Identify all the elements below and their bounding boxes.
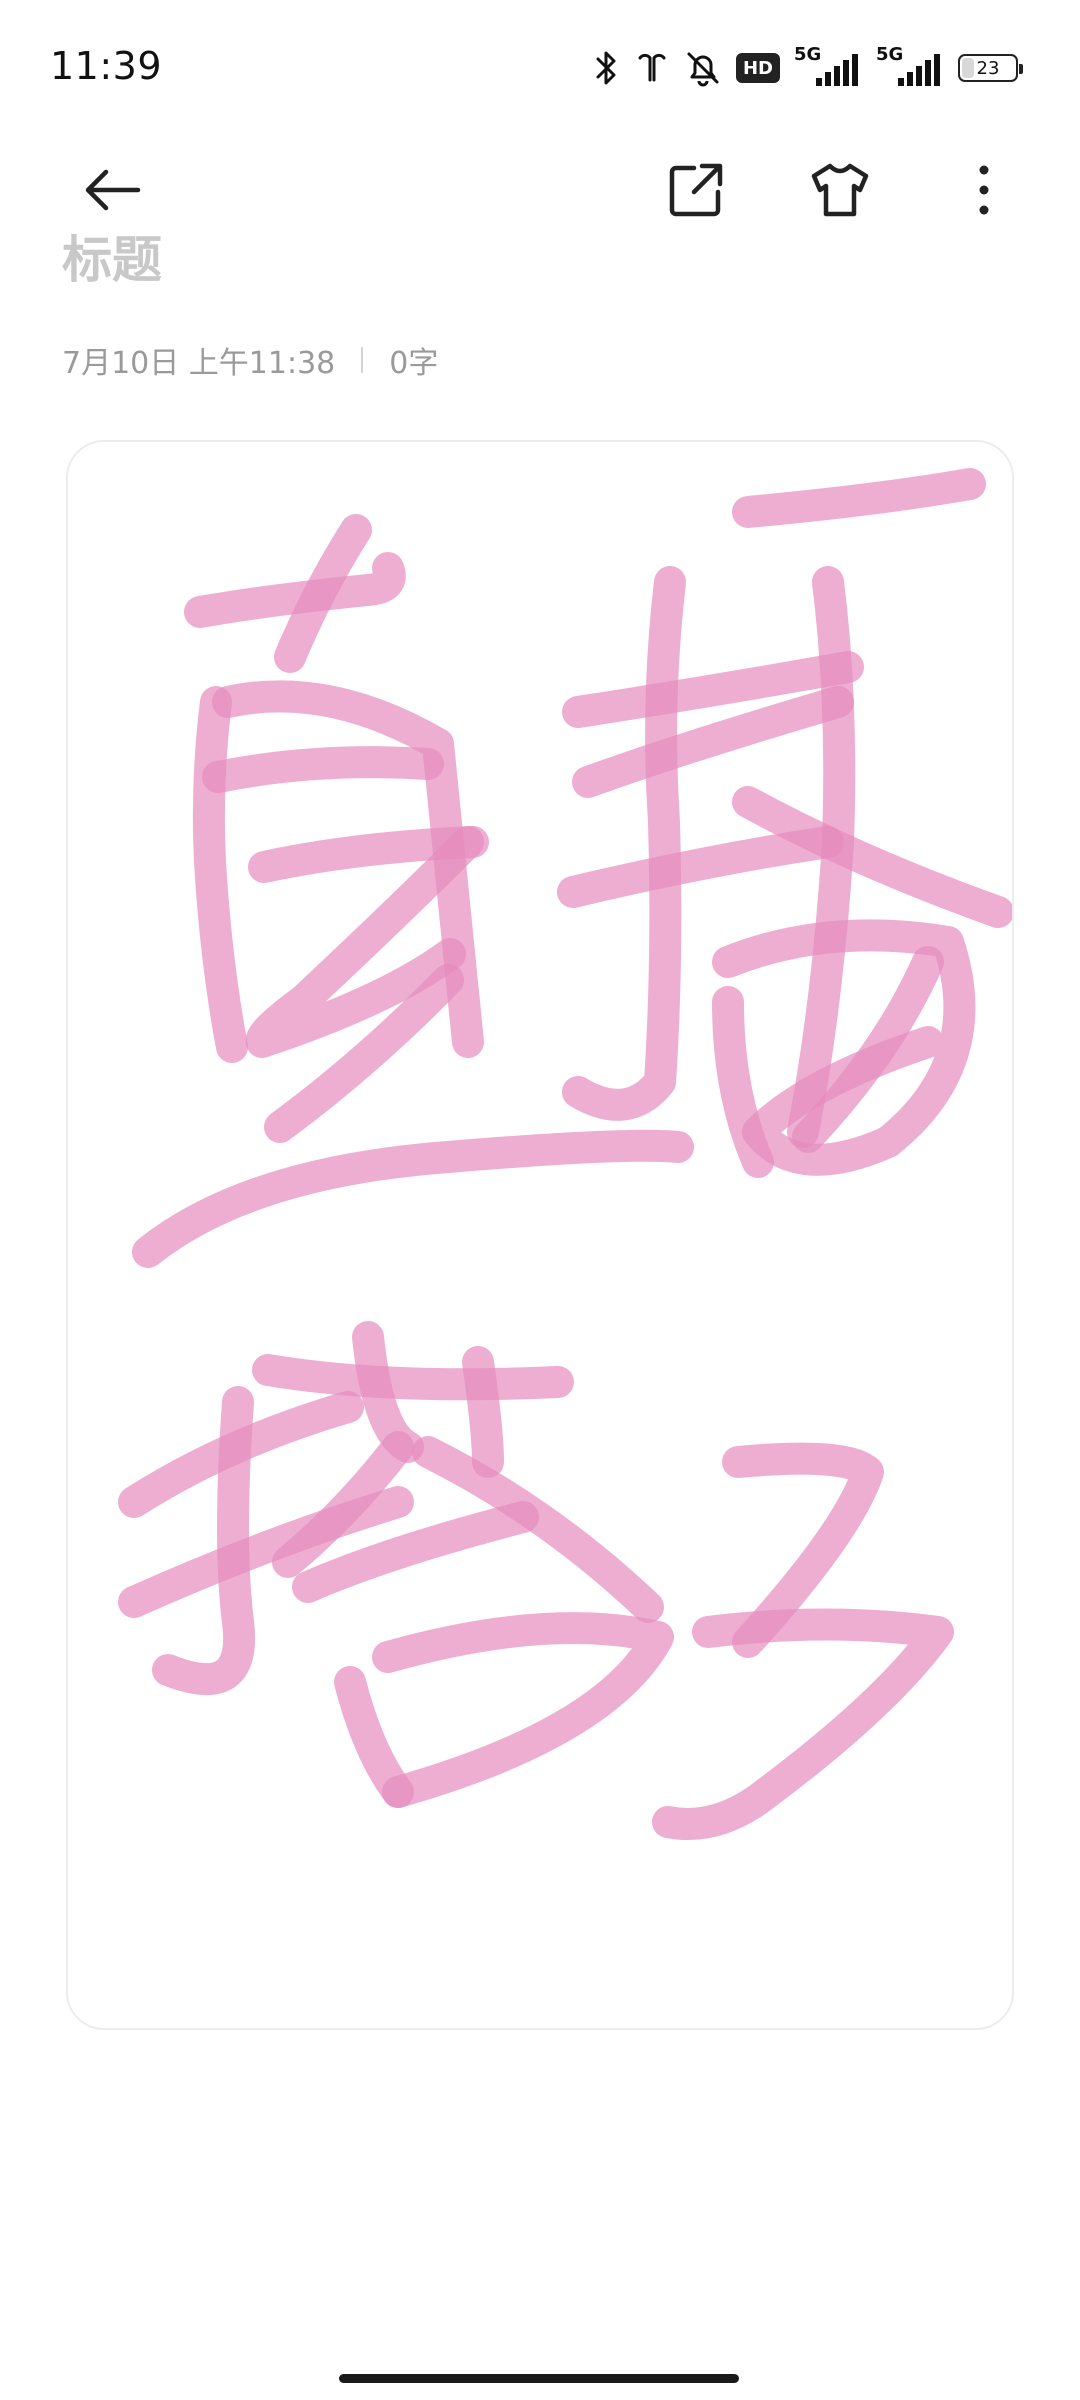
bluetooth-icon — [596, 51, 616, 85]
shirt-icon — [811, 163, 869, 217]
status-bar: 11:39 HD 5G 5G 23 — [0, 0, 1080, 130]
sim1-signal: 5G — [794, 44, 862, 88]
back-arrow-icon — [85, 169, 141, 211]
meta-divider — [361, 347, 364, 373]
share-icon — [669, 163, 723, 217]
share-button[interactable] — [658, 152, 734, 228]
note-char-count: 0字 — [389, 346, 439, 381]
signal-icon — [898, 54, 940, 86]
status-time: 11:39 — [50, 44, 163, 88]
ink-strokes — [118, 468, 1012, 1840]
back-button[interactable] — [74, 152, 150, 228]
mute-icon — [687, 52, 719, 87]
handwriting-drawing — [118, 468, 1012, 1840]
hd-voice-icon: HD — [736, 53, 780, 83]
battery-fill — [962, 58, 974, 78]
drawing-card[interactable] — [66, 440, 1014, 2030]
note-title[interactable]: 标题 — [62, 232, 162, 288]
battery-level: 23 — [976, 57, 1000, 79]
theme-button[interactable] — [802, 152, 878, 228]
more-button[interactable] — [946, 152, 1022, 228]
sim2-signal: 5G — [876, 44, 944, 88]
status-icons: HD 5G 5G 23 — [594, 44, 1023, 88]
note-date: 7月10日 上午11:38 — [62, 346, 336, 381]
battery-icon: 23 — [958, 54, 1023, 82]
toolbar — [0, 130, 1080, 250]
note-editor-screen: 11:39 HD 5G 5G 23 标题 7月10日 上午11:38 0字 — [0, 0, 1080, 2400]
note-meta: 7月10日 上午11:38 0字 — [62, 338, 438, 382]
home-indicator[interactable] — [339, 2374, 739, 2383]
earbuds-icon — [638, 53, 666, 82]
hd-label: HD — [742, 57, 773, 79]
signal-icon — [816, 54, 858, 86]
more-vertical-icon — [979, 165, 989, 215]
